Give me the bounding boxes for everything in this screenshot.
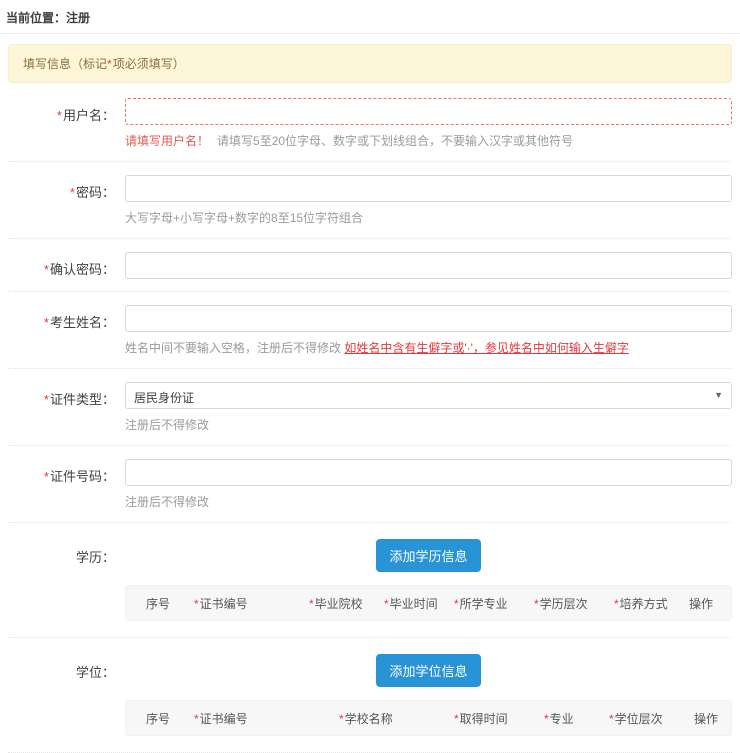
degree-label: 学位： <box>8 652 125 736</box>
column-header: *证书编号 <box>194 595 309 612</box>
required-star: * <box>70 185 75 200</box>
form-row-password: *密码： 大写字母+小写字母+数字的8至15位字符组合 <box>8 162 732 239</box>
required-star: * <box>614 597 619 611</box>
required-star: * <box>454 712 459 726</box>
rare-character-help-link[interactable]: 如姓名中含有生僻字或'·'，参见姓名中如何输入生僻字 <box>344 341 629 355</box>
required-star: * <box>454 597 459 611</box>
column-header: *专业 <box>544 710 609 727</box>
chevron-down-icon: ▼ <box>714 391 723 400</box>
username-hint-text: 请填写5至20位字母、数字或下划线组合，不要输入汉字或其他符号 <box>217 134 573 148</box>
id-number-hint: 注册后不得修改 <box>125 493 732 510</box>
registration-form: *用户名： 请填写用户名！ 请填写5至20位字母、数字或下划线组合，不要输入汉字或… <box>8 85 732 753</box>
username-label: *用户名： <box>8 98 125 149</box>
required-star: * <box>544 712 549 726</box>
candidate-name-input[interactable] <box>125 305 732 332</box>
education-label: 学历： <box>8 537 125 621</box>
required-star: * <box>384 597 389 611</box>
banner-text-suffix: 项必须填写） <box>113 57 185 71</box>
column-header: *证书编号 <box>194 710 339 727</box>
required-star: * <box>534 597 539 611</box>
username-error-message: 请填写用户名！ <box>125 134 209 148</box>
id-type-label: *证件类型： <box>8 382 125 433</box>
add-degree-button[interactable]: 添加学位信息 <box>376 654 480 687</box>
id-type-hint: 注册后不得修改 <box>125 416 732 433</box>
banner-text-prefix: 填写信息（标记 <box>23 57 107 71</box>
column-header: *学位层次 <box>609 710 694 727</box>
column-header: *培养方式 <box>614 595 689 612</box>
required-star: * <box>44 262 49 277</box>
id-number-input[interactable] <box>125 459 732 486</box>
candidate-name-hint: 姓名中间不要输入空格，注册后不得修改 如姓名中含有生僻字或'·'，参见姓名中如何… <box>125 339 732 356</box>
candidate-name-label: *考生姓名： <box>8 305 125 356</box>
confirm-password-input[interactable] <box>125 252 732 279</box>
column-header: *毕业院校 <box>309 595 384 612</box>
required-star: * <box>309 597 314 611</box>
form-row-degree: 学位： 添加学位信息 序号*证书编号*学校名称*取得时间*专业*学位层次操作 <box>8 638 732 753</box>
password-input[interactable] <box>125 175 732 202</box>
column-header: 操作 <box>689 595 731 612</box>
education-table-header: 序号*证书编号*毕业院校*毕业时间*所学专业*学历层次*培养方式操作 <box>125 585 732 621</box>
form-row-id-type: *证件类型： 居民身份证 ▼ 注册后不得修改 <box>8 369 732 446</box>
required-star: * <box>57 108 62 123</box>
column-header: 序号 <box>146 710 194 727</box>
required-star: * <box>609 712 614 726</box>
form-row-education: 学历： 添加学历信息 序号*证书编号*毕业院校*毕业时间*所学专业*学历层次*培… <box>8 523 732 638</box>
breadcrumb: 当前位置：注册 <box>0 0 740 34</box>
column-header: 序号 <box>146 595 194 612</box>
column-header: *学校名称 <box>339 710 454 727</box>
form-row-id-number: *证件号码： 注册后不得修改 <box>8 446 732 523</box>
required-star: * <box>44 469 49 484</box>
username-hint: 请填写用户名！ 请填写5至20位字母、数字或下划线组合，不要输入汉字或其他符号 <box>125 132 732 149</box>
required-star: * <box>44 392 49 407</box>
column-header: *取得时间 <box>454 710 544 727</box>
form-row-username: *用户名： 请填写用户名！ 请填写5至20位字母、数字或下划线组合，不要输入汉字或… <box>8 85 732 162</box>
required-star: * <box>194 712 199 726</box>
form-row-confirm-password: *确认密码： <box>8 239 732 292</box>
id-type-select[interactable]: 居民身份证 ▼ <box>125 382 732 409</box>
required-star: * <box>107 57 112 71</box>
form-row-candidate-name: *考生姓名： 姓名中间不要输入空格，注册后不得修改 如姓名中含有生僻字或'·'，… <box>8 292 732 369</box>
username-input[interactable] <box>125 98 732 125</box>
id-type-selected-value: 居民身份证 <box>134 391 194 405</box>
id-number-label: *证件号码： <box>8 459 125 510</box>
required-notice-banner: 填写信息（标记*项必须填写） <box>8 44 732 83</box>
degree-table-header: 序号*证书编号*学校名称*取得时间*专业*学位层次操作 <box>125 700 732 736</box>
required-star: * <box>194 597 199 611</box>
add-education-button[interactable]: 添加学历信息 <box>376 539 480 572</box>
password-hint: 大写字母+小写字母+数字的8至15位字符组合 <box>125 209 732 226</box>
column-header: *学历层次 <box>534 595 614 612</box>
confirm-password-label: *确认密码： <box>8 252 125 279</box>
column-header: *所学专业 <box>454 595 534 612</box>
breadcrumb-text: 当前位置：注册 <box>6 11 90 25</box>
column-header: *毕业时间 <box>384 595 454 612</box>
candidate-name-hint-text: 姓名中间不要输入空格，注册后不得修改 <box>125 341 344 355</box>
password-label: *密码： <box>8 175 125 226</box>
required-star: * <box>44 315 49 330</box>
column-header: 操作 <box>694 710 731 727</box>
required-star: * <box>339 712 344 726</box>
